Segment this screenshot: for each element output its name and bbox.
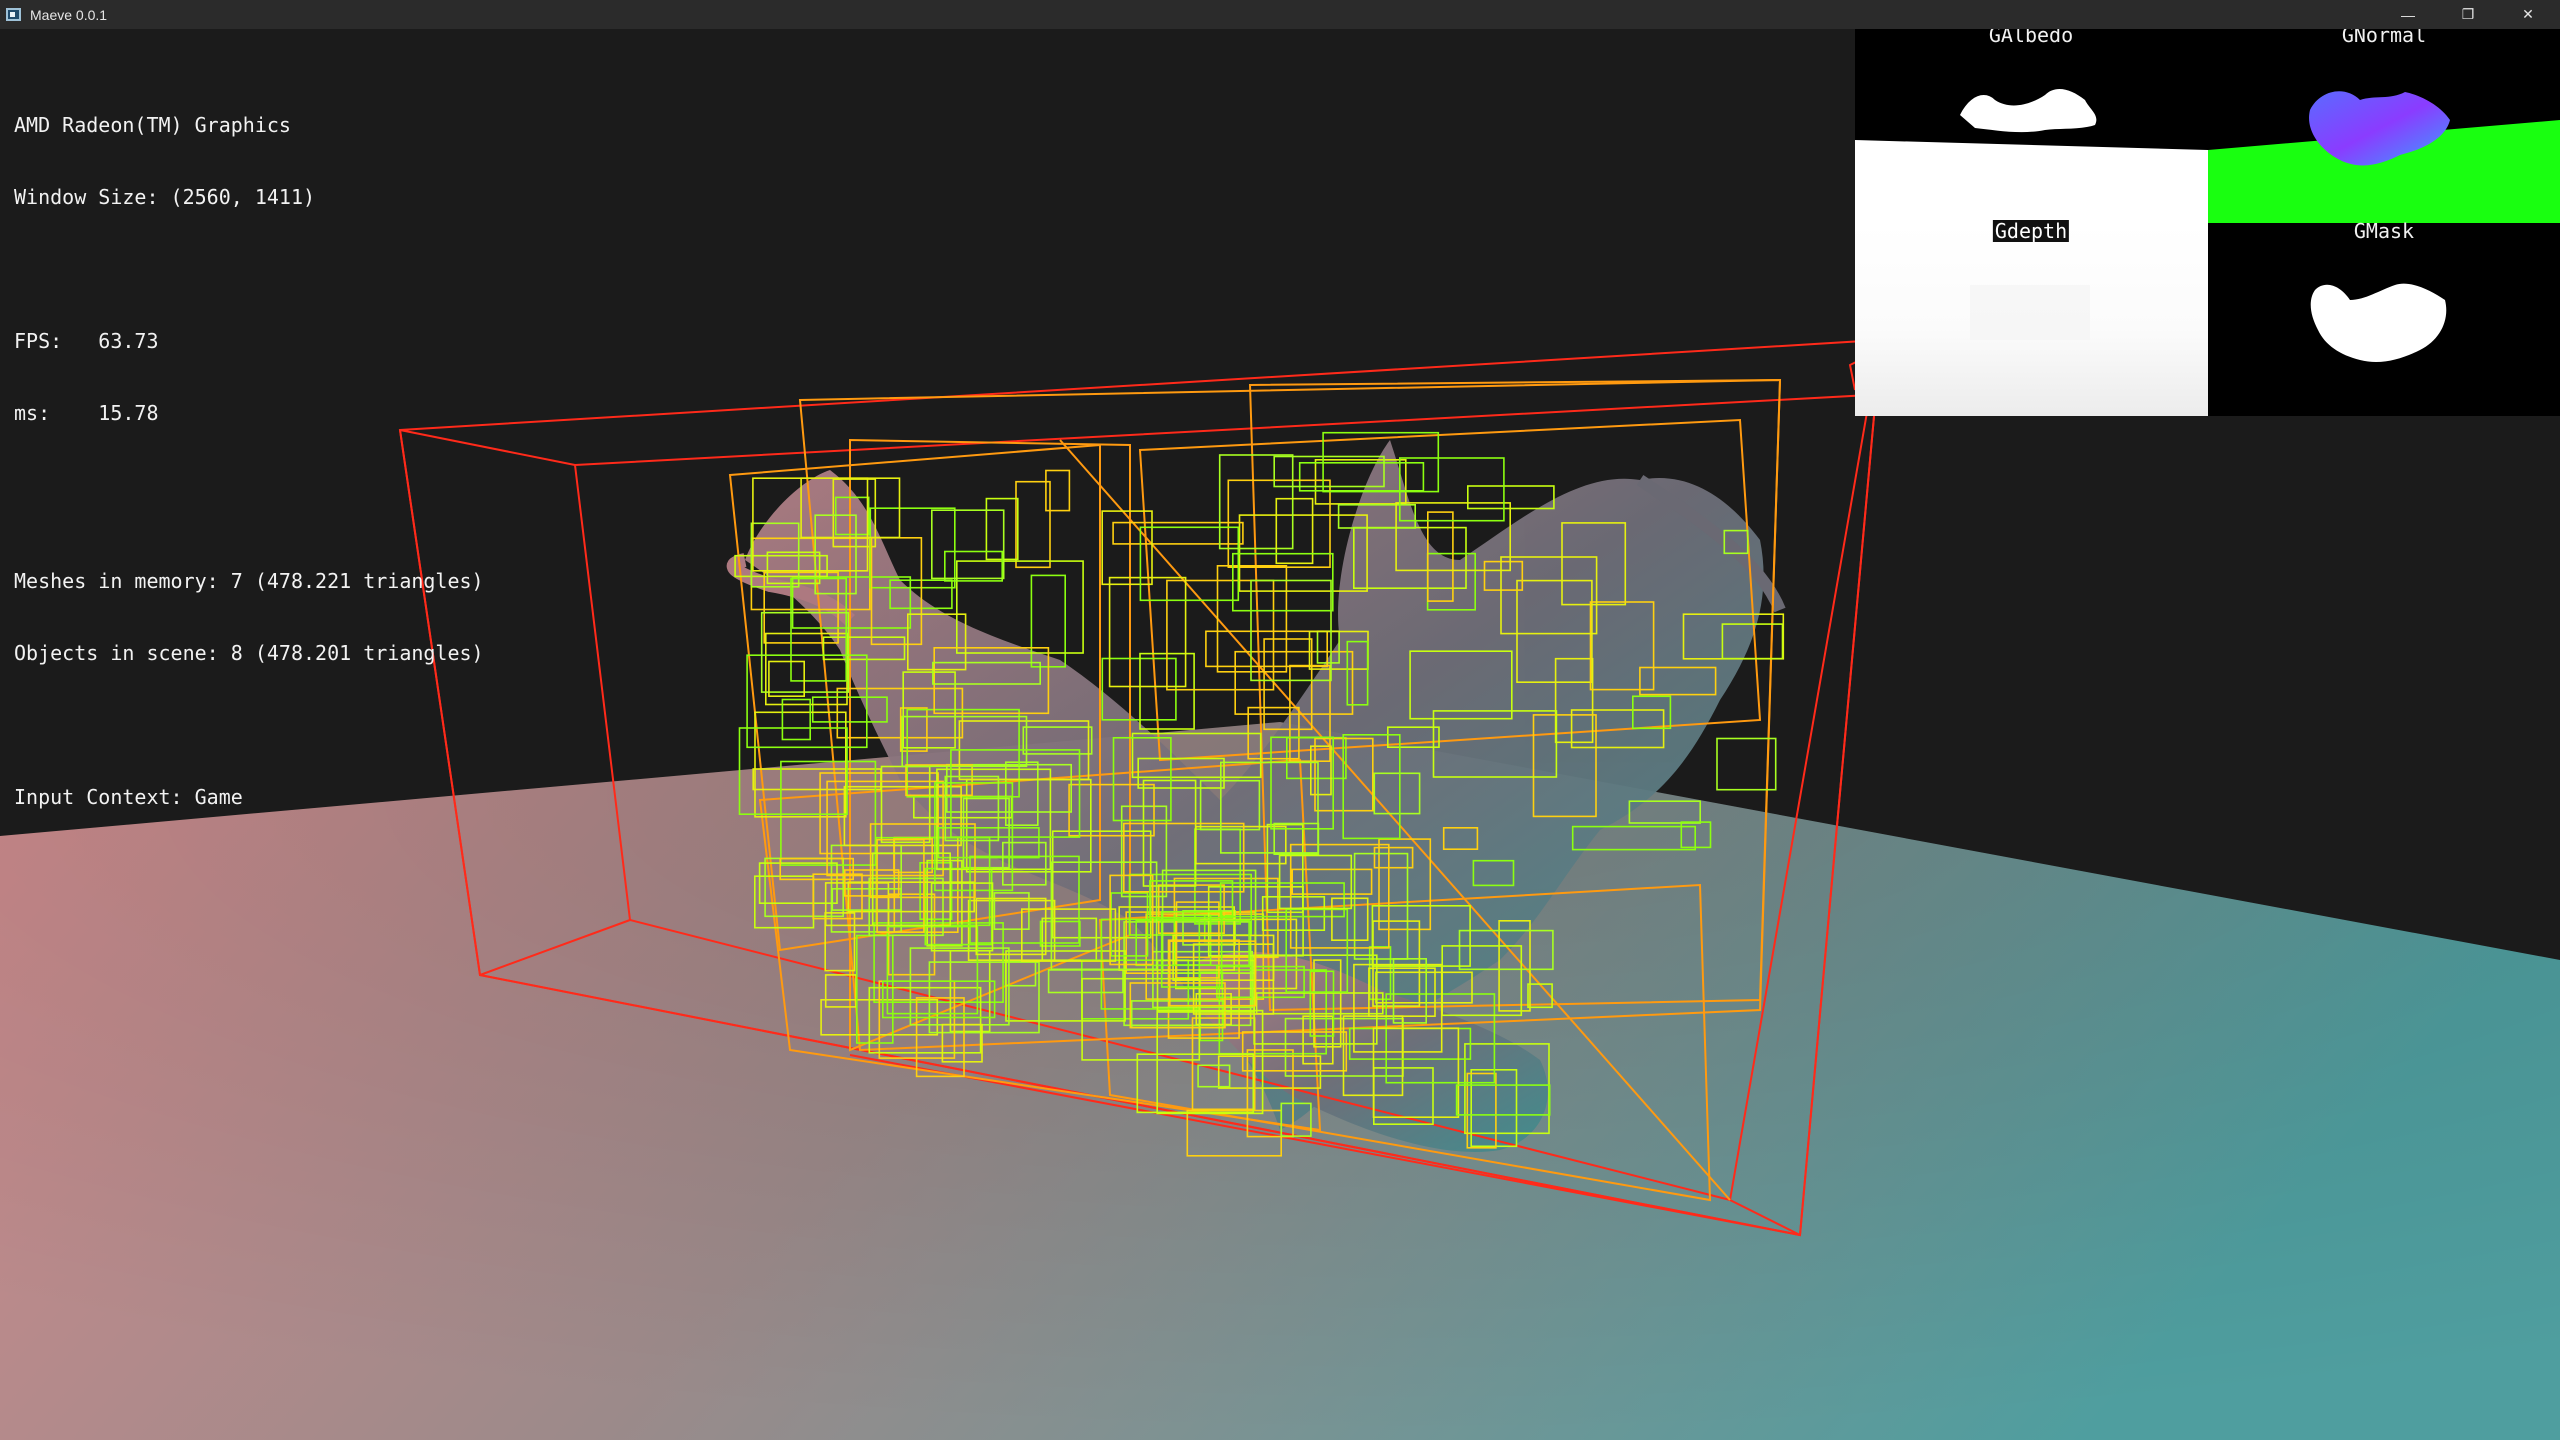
debug-overlay: AMD Radeon(TM) Graphics Window Size: (25… bbox=[14, 65, 484, 857]
close-button[interactable]: ✕ bbox=[2500, 0, 2556, 29]
maximize-button[interactable]: ❐ bbox=[2440, 0, 2496, 29]
label-galbedo: GAlbedo bbox=[1988, 29, 2074, 47]
gnormal-panel bbox=[2208, 29, 2560, 223]
app-window-icon bbox=[6, 7, 22, 23]
galbedo-panel bbox=[1855, 29, 2208, 223]
gbuffer-panels bbox=[1855, 29, 2560, 416]
window-size-readout: Window Size: (2560, 1411) bbox=[14, 185, 316, 209]
label-gdepth: Gdepth bbox=[1992, 219, 2070, 243]
meshes-in-memory: Meshes in memory: 7 (478.221 triangles) bbox=[14, 569, 484, 593]
close-icon: ✕ bbox=[2522, 6, 2534, 22]
frame-time-readout: ms: 15.78 bbox=[14, 401, 159, 425]
maximize-icon: ❐ bbox=[2461, 6, 2475, 22]
minimize-icon: — bbox=[2401, 6, 2415, 23]
label-gmask: GMask bbox=[2353, 219, 2415, 243]
fps-readout: FPS: 63.73 bbox=[14, 329, 159, 353]
gpu-name: AMD Radeon(TM) Graphics bbox=[14, 113, 291, 137]
minimize-button[interactable]: — bbox=[2380, 0, 2436, 29]
render-viewport[interactable]: AMD Radeon(TM) Graphics Window Size: (25… bbox=[0, 29, 2560, 1440]
gmask-panel bbox=[2208, 223, 2560, 416]
title-bar[interactable]: Maeve 0.0.1 — ❐ ✕ bbox=[0, 0, 2560, 29]
gdepth-panel bbox=[1855, 223, 2208, 416]
objects-in-scene: Objects in scene: 8 (478.201 triangles) bbox=[14, 641, 484, 665]
window-title: Maeve 0.0.1 bbox=[30, 6, 108, 23]
label-gnormal: GNormal bbox=[2341, 29, 2427, 47]
input-context: Input Context: Game bbox=[14, 785, 243, 809]
